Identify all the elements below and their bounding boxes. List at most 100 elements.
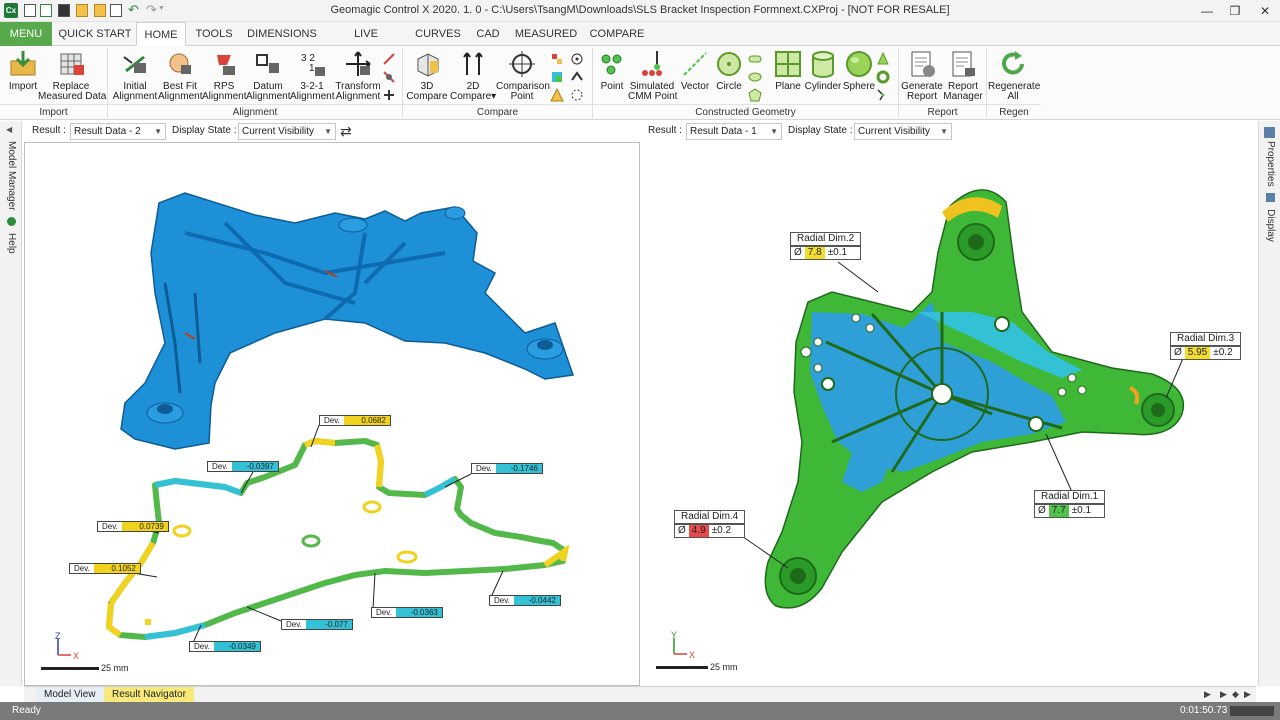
tab-dimensions[interactable]: DIMENSIONS <box>244 22 320 46</box>
deviation-label[interactable]: Dev. -0.1746 <box>471 463 543 474</box>
radial-dim-1[interactable]: Radial Dim.1 Ø 7.7 ±0.1 <box>1034 490 1106 518</box>
deviation-label[interactable]: Dev. 0.0739 <box>97 521 169 532</box>
group-label-constructed: Constructed Geometry <box>593 104 898 119</box>
right-view-toolbar: Result : Result Data - 1 ▼ Display State… <box>642 121 1256 142</box>
help-label[interactable]: Help <box>6 233 17 254</box>
report-manager-button[interactable]: Report Manager <box>942 49 984 103</box>
right-viewport[interactable]: Y X 25 mm Radial Dim.2 Ø 7.8 ±0.1 Radial… <box>642 142 1256 686</box>
view-menu-icon[interactable]: ▶ <box>1244 689 1251 700</box>
right-display-state-select[interactable]: Current Visibility ▼ <box>854 123 952 140</box>
tab-home[interactable]: HOME <box>136 22 186 46</box>
next-tab-icon[interactable]: ◆ <box>1232 689 1239 700</box>
comparison-point-button[interactable]: Comparison Point <box>496 49 550 103</box>
model-manager-tab[interactable]: Model Manager Help <box>6 141 17 254</box>
ribbon: Import Replace Measured Data Initial Ali… <box>0 46 1280 120</box>
left-result-select[interactable]: Result Data - 2 ▼ <box>70 123 166 140</box>
cylinder-button[interactable]: Cylinder <box>804 49 842 103</box>
right-axis-x-label: X <box>689 650 695 660</box>
diameter-symbol: Ø <box>1038 505 1046 516</box>
left-axis-z-label: Z <box>55 631 61 641</box>
deviation-label[interactable]: Dev. -0.0349 <box>189 641 261 652</box>
sphere-button[interactable]: Sphere <box>842 49 876 103</box>
tab-curves[interactable]: CURVES <box>412 22 464 46</box>
deviation-label[interactable]: Dev. 0.1052 <box>69 563 141 574</box>
dock-scroll-icon[interactable]: ◀ <box>6 125 12 134</box>
tab-result-navigator[interactable]: Result Navigator <box>104 687 194 703</box>
deviation-label[interactable]: Dev. -0.0363 <box>371 607 443 618</box>
diameter-symbol: Ø <box>1174 347 1182 358</box>
tab-tools[interactable]: TOOLS <box>190 22 238 46</box>
radial-dim-tolerance: ±0.1 <box>827 247 848 258</box>
replace-measured-data-button[interactable]: Replace Measured Data <box>38 49 107 103</box>
ellipse-icon[interactable] <box>748 70 762 84</box>
minimize-button[interactable]: — <box>1196 2 1218 20</box>
dev-value: 0.1052 <box>93 564 140 573</box>
replace-label-2: Measured Data <box>38 91 107 102</box>
svg-text:1: 1 <box>309 63 315 74</box>
transform-alignment-button[interactable]: Transform Alignment <box>334 49 382 103</box>
tab-cad[interactable]: CAD <box>470 22 506 46</box>
three-two-one-alignment-button[interactable]: 3 21 3-2-1 Alignment <box>290 49 334 103</box>
import-icon <box>10 51 36 76</box>
dev-key: Dev. <box>208 462 232 471</box>
plane-icon <box>775 51 801 77</box>
curve-icon[interactable] <box>876 88 890 102</box>
cone-icon[interactable] <box>876 52 890 66</box>
compare-2d-button[interactable]: 2D Compare▾ <box>450 49 496 103</box>
ribbon-tabs: MENU QUICK START HOME TOOLS DIMENSIONS L… <box>0 22 1280 64</box>
circle-button[interactable]: Circle <box>712 49 746 103</box>
deviation-label[interactable]: Dev. -0.0442 <box>489 595 561 606</box>
align-tool-icon-2[interactable] <box>382 70 396 84</box>
compare-tool-icon-4[interactable] <box>570 52 584 66</box>
tab-menu[interactable]: MENU <box>0 22 52 46</box>
right-dock-strip: Properties Display <box>1258 121 1280 686</box>
plane-button[interactable]: Plane <box>770 49 806 103</box>
left-viewport[interactable]: Z X 25 mm Dev. 0.0682 Dev. -0.0397 Dev. … <box>24 142 640 686</box>
tab-measured[interactable]: MEASURED <box>512 22 580 46</box>
deviation-label[interactable]: Dev. -0.077 <box>281 619 353 630</box>
simulated-cmm-point-button[interactable]: Simulated CMM Point <box>628 49 677 103</box>
right-result-label: Result : <box>648 125 682 136</box>
tab-compare[interactable]: COMPARE <box>586 22 648 46</box>
radial-dim-3[interactable]: Radial Dim.3 Ø 5.95 ±0.2 <box>1170 332 1242 360</box>
right-result-select[interactable]: Result Data - 1 ▼ <box>686 123 782 140</box>
properties-tab[interactable]: Properties Display <box>1265 141 1276 242</box>
generate-report-button[interactable]: Generate Report <box>900 49 944 103</box>
compare-tool-icon-2[interactable] <box>550 70 564 84</box>
compare-3d-button[interactable]: 3D Compare <box>404 49 450 103</box>
import-button[interactable]: Import <box>4 49 42 103</box>
datum-alignment-button[interactable]: Datum Alignment <box>246 49 290 103</box>
point-button[interactable]: Point <box>596 49 628 103</box>
torus-icon[interactable] <box>876 70 890 84</box>
compare-tool-icon-5[interactable] <box>570 70 584 84</box>
compare-tool-icon-3[interactable] <box>550 88 564 102</box>
restore-button[interactable]: ❐ <box>1224 2 1246 20</box>
polygon-icon[interactable] <box>748 88 762 102</box>
deviation-label[interactable]: Dev. -0.0397 <box>207 461 279 472</box>
align-tool-icon-3[interactable] <box>382 88 396 102</box>
next-view-icon[interactable]: ▶ <box>1220 689 1227 700</box>
best-fit-alignment-button[interactable]: Best Fit Alignment <box>158 49 202 103</box>
radial-dim-2[interactable]: Radial Dim.2 Ø 7.8 ±0.1 <box>790 232 862 260</box>
left-display-state-select[interactable]: Current Visibility ▼ <box>238 123 336 140</box>
regenerate-all-button[interactable]: Regenerate All <box>988 49 1040 103</box>
initial-alignment-button[interactable]: Initial Alignment <box>112 49 158 103</box>
display-label[interactable]: Display <box>1265 209 1276 242</box>
dev-key: Dev. <box>472 464 496 473</box>
radial-dim-4[interactable]: Radial Dim.4 Ø 4.9 ±0.2 <box>674 510 746 538</box>
tab-quick-start[interactable]: QUICK START <box>56 22 134 46</box>
dev-key: Dev. <box>320 416 344 425</box>
tab-model-view[interactable]: Model View <box>36 687 104 703</box>
rps-alignment-button[interactable]: RPS Alignment <box>202 49 246 103</box>
compare-tool-icon-6[interactable] <box>570 88 584 102</box>
align-tool-icon-1[interactable] <box>382 52 396 66</box>
vector-button[interactable]: Vector <box>676 49 714 103</box>
tab-live-capture[interactable]: LIVE CAPTURE <box>328 22 404 64</box>
slot-icon[interactable] <box>748 52 762 66</box>
close-button[interactable]: ✕ <box>1254 2 1276 20</box>
scroll-right-icon[interactable]: ▶ <box>1204 689 1211 700</box>
compare-tool-icon-1[interactable] <box>550 52 564 66</box>
deviation-label[interactable]: Dev. 0.0682 <box>319 415 391 426</box>
swap-views-icon[interactable]: ⇄ <box>340 123 352 140</box>
right-scene[interactable]: Y X 25 mm <box>642 142 1256 686</box>
